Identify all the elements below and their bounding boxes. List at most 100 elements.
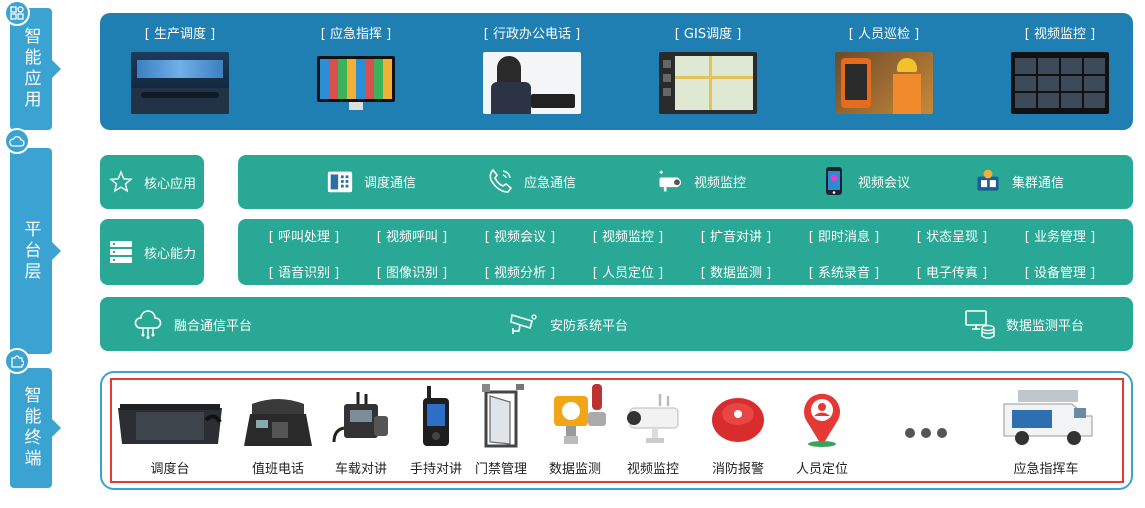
terminal-item[interactable]: 手持对讲: [400, 386, 472, 477]
app-gis-dispatch[interactable]: [ GIS调度 ]: [638, 23, 778, 114]
core-app-item[interactable]: 应急通信: [486, 155, 576, 207]
app-production-dispatch[interactable]: [ 生产调度 ]: [110, 23, 250, 114]
core-app-label: 视频监控: [694, 175, 747, 191]
smart-apps-panel: [ 生产调度 ] [ 应急指挥 ] [ 行政办公电话 ] [ GIS调度 ] […: [100, 13, 1133, 130]
capability-item[interactable]: [ 系统录音 ]: [796, 262, 892, 281]
side-label-platform: 平台层: [10, 148, 61, 354]
side-label-platform-text: 平台层: [20, 219, 41, 283]
patrol-thumbnail: [835, 52, 933, 114]
capability-item[interactable]: [ 视频监控 ]: [580, 226, 676, 245]
video-wall-thumbnail: [1011, 52, 1109, 114]
app-label: [ 行政办公电话 ]: [483, 27, 581, 42]
core-app-item[interactable]: 视频会议: [820, 155, 910, 207]
core-app-title: 核心应用: [144, 176, 197, 192]
cloud-network-icon: [132, 307, 164, 341]
capability-item[interactable]: [ 视频会议 ]: [472, 226, 568, 245]
terminal-item[interactable]: 车载对讲: [322, 386, 400, 477]
app-label: [ 应急指挥 ]: [320, 27, 392, 42]
terminal-item[interactable]: 门禁管理: [466, 384, 536, 477]
star-icon: [108, 169, 134, 195]
capability-item[interactable]: [ 语音识别 ]: [256, 262, 352, 281]
capability-item[interactable]: [ 图像识别 ]: [364, 262, 460, 281]
terminal-label: 门禁管理: [474, 462, 527, 477]
core-capability-grid: [ 呼叫处理 ] [ 视频呼叫 ] [ 视频会议 ] [ 视频监控 ] [ 扩音…: [238, 219, 1133, 285]
camera-icon: [656, 166, 684, 196]
core-app-label: 视频会议: [858, 175, 911, 191]
vehicle-radio-icon: [322, 386, 400, 448]
terminal-label: 人员定位: [795, 462, 848, 477]
capability-item[interactable]: [ 视频分析 ]: [472, 262, 568, 281]
app-video-surveillance[interactable]: [ 视频监控 ]: [990, 23, 1130, 114]
puzzle-icon: [4, 348, 30, 374]
core-app-item[interactable]: 视频监控: [656, 155, 746, 207]
side-label-terminals: 智能终端: [10, 368, 61, 488]
security-camera-icon: [508, 307, 540, 341]
capability-item[interactable]: [ 电子传真 ]: [904, 262, 1000, 281]
terminal-label: 值班电话: [251, 462, 304, 477]
app-label: [ 人员巡检 ]: [848, 27, 920, 42]
terminal-item[interactable]: 值班电话: [236, 386, 320, 477]
app-label: [ 生产调度 ]: [144, 27, 216, 42]
capability-item[interactable]: [ 呼叫处理 ]: [256, 226, 352, 245]
platform-item[interactable]: 数据监测平台: [964, 297, 1084, 351]
platform-label: 融合通信平台: [174, 318, 253, 334]
side-label-terminals-text: 智能终端: [20, 386, 41, 470]
access-door-icon: [466, 384, 536, 448]
app-label: [ 视频监控 ]: [1024, 27, 1096, 42]
terminal-label: 消防报警: [711, 462, 764, 477]
more-ellipsis-icon: [904, 424, 948, 438]
grid-icon: [4, 0, 30, 26]
handheld-radio-icon: [400, 386, 472, 448]
terminal-label: 车载对讲: [334, 462, 387, 477]
core-app-item[interactable]: 调度通信: [326, 155, 416, 207]
side-label-apps: 智能应用: [10, 8, 61, 130]
capability-item[interactable]: [ 人员定位 ]: [580, 262, 676, 281]
desk-phone-icon: [236, 386, 320, 448]
platform-label: 安防系统平台: [550, 318, 629, 334]
app-label: [ GIS调度 ]: [674, 27, 742, 42]
bullet-camera-icon: [616, 386, 690, 448]
office-phone-thumbnail: [483, 52, 581, 114]
terminal-item[interactable]: 应急指挥车: [990, 386, 1102, 477]
terminal-label: 应急指挥车: [1013, 462, 1079, 477]
terminal-item[interactable]: 人员定位: [782, 386, 862, 477]
control-room-thumbnail: [131, 52, 229, 114]
core-app-item[interactable]: 集群通信: [974, 155, 1064, 207]
terminal-item[interactable]: 消防报警: [700, 386, 776, 477]
dispatch-console-icon: [326, 166, 354, 196]
command-vehicle-icon: [990, 386, 1102, 448]
group-comm-icon: [974, 166, 1002, 196]
app-emergency-command[interactable]: [ 应急指挥 ]: [286, 23, 426, 114]
core-app-label: 调度通信: [364, 175, 417, 191]
terminal-item[interactable]: 视频监控: [616, 386, 690, 477]
core-capability-title-box: 核心能力: [100, 219, 204, 285]
core-app-title-box: 核心应用: [100, 155, 204, 209]
platform-label: 数据监测平台: [1006, 318, 1085, 334]
fire-alarm-icon: [700, 386, 776, 448]
server-icon: [108, 239, 134, 265]
capability-item[interactable]: [ 扩音对讲 ]: [688, 226, 784, 245]
dispatch-console-device-icon: [112, 386, 228, 448]
core-app-label: 应急通信: [524, 175, 577, 191]
capability-item[interactable]: [ 状态呈现 ]: [904, 226, 1000, 245]
mobile-video-icon: [820, 166, 848, 196]
capability-item[interactable]: [ 数据监测 ]: [688, 262, 784, 281]
platform-item[interactable]: 融合通信平台: [132, 297, 252, 351]
side-label-apps-text: 智能应用: [20, 27, 41, 111]
terminal-label: 调度台: [150, 462, 190, 477]
monitor-thumbnail: [307, 52, 405, 114]
capability-item[interactable]: [ 即时消息 ]: [796, 226, 892, 245]
terminal-label: 手持对讲: [409, 462, 462, 477]
core-app-label: 集群通信: [1012, 175, 1065, 191]
core-capability-title: 核心能力: [144, 246, 197, 262]
terminal-item[interactable]: 数据监测: [538, 384, 612, 477]
app-personnel-patrol[interactable]: [ 人员巡检 ]: [814, 23, 954, 114]
platform-item[interactable]: 安防系统平台: [508, 297, 628, 351]
data-monitor-icon: [964, 307, 996, 341]
capability-item[interactable]: [ 业务管理 ]: [1012, 226, 1108, 245]
capability-item[interactable]: [ 设备管理 ]: [1012, 262, 1108, 281]
app-office-phone[interactable]: [ 行政办公电话 ]: [462, 23, 602, 114]
terminal-label: 数据监测: [548, 462, 601, 477]
terminal-item[interactable]: 调度台: [112, 386, 228, 477]
capability-item[interactable]: [ 视频呼叫 ]: [364, 226, 460, 245]
